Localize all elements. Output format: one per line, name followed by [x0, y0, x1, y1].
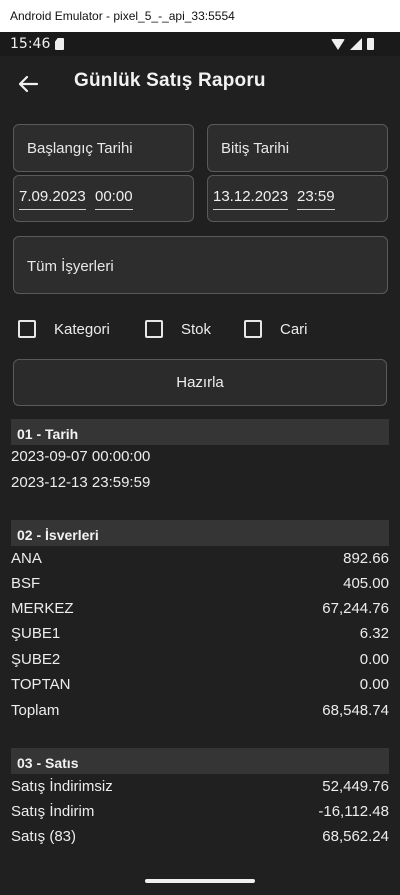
row-value: 405.00	[343, 575, 389, 592]
home-indicator[interactable]	[145, 879, 255, 883]
cellular-signal-icon	[350, 38, 362, 50]
end-date-label-box: Bitiş Tarihi	[207, 124, 388, 172]
row-name: Satış İndirim	[11, 803, 95, 820]
checkbox-stok-box[interactable]	[145, 320, 163, 338]
workplace-select[interactable]: Tüm İşyerleri	[13, 236, 388, 294]
row-name: ŞUBE1	[11, 625, 61, 642]
end-date-input[interactable]: 13.12.2023	[213, 188, 289, 210]
start-date-label: Başlangıç Tarihi	[27, 140, 133, 157]
date-line-start: 2023-09-07 00:00:00	[11, 448, 151, 465]
row-value: 52,449.76	[322, 778, 389, 795]
sim-card-icon	[55, 38, 64, 50]
table-row: MERKEZ 67,244.76	[11, 597, 389, 621]
row-name: BSF	[11, 575, 41, 592]
date-line-end: 2023-12-13 23:59:59	[11, 474, 151, 491]
checkbox-stok[interactable]: Stok	[145, 320, 211, 338]
checkbox-cari-label: Cari	[280, 320, 308, 338]
app-bar: Günlük Satış Raporu	[0, 56, 400, 112]
window-title: Android Emulator - pixel_5_-_api_33:5554	[0, 0, 400, 32]
row-value: 6.32	[359, 625, 389, 642]
row-value: 0.00	[359, 651, 389, 668]
row-value: 68,562.24	[322, 828, 389, 845]
checkbox-kategori[interactable]: Kategori	[18, 320, 110, 338]
start-date-label-box: Başlangıç Tarihi	[13, 124, 194, 172]
row-value: 892.66	[343, 550, 389, 567]
table-row: Satış (83) 68,562.24	[11, 825, 389, 849]
status-icons	[331, 36, 374, 52]
end-datetime-box: 13.12.2023 23:59	[207, 175, 388, 222]
page-title: Günlük Satış Raporu	[74, 70, 266, 91]
row-name: ŞUBE2	[11, 651, 61, 668]
status-bar: 15:46	[0, 32, 400, 56]
table-row: ŞUBE1 6.32	[11, 622, 389, 646]
arrow-back-icon	[18, 75, 39, 93]
table-row: ANA 892.66	[11, 547, 389, 571]
back-button[interactable]	[12, 68, 44, 100]
table-row: Satış İndirimsiz 52,449.76	[11, 775, 389, 799]
end-date-label: Bitiş Tarihi	[221, 140, 290, 157]
date-line: 2023-09-07 00:00:00	[11, 445, 389, 469]
checkbox-stok-label: Stok	[181, 320, 212, 338]
start-datetime-box: 7.09.2023 00:00	[13, 175, 194, 222]
table-row: Satış İndirim -16,112.48	[11, 800, 389, 824]
row-name: MERKEZ	[11, 600, 74, 617]
checkbox-cari-box[interactable]	[244, 320, 262, 338]
table-row-total: Toplam 68,548.74	[11, 699, 389, 723]
row-name: Satış (83)	[11, 828, 77, 845]
checkbox-cari[interactable]: Cari	[244, 320, 308, 338]
start-date-input[interactable]: 7.09.2023	[19, 188, 86, 210]
row-value: 68,548.74	[322, 702, 389, 719]
checkbox-kategori-box[interactable]	[18, 320, 36, 338]
row-value: -16,112.48	[318, 803, 389, 820]
section-date-header: 01 - Tarih	[11, 419, 389, 445]
row-name: Satış İndirimsiz	[11, 778, 113, 795]
table-row: TOPTAN 0.00	[11, 673, 389, 697]
row-name: TOPTAN	[11, 676, 71, 693]
row-value: 0.00	[359, 676, 389, 693]
checkbox-kategori-label: Kategori	[54, 320, 110, 338]
start-time-input[interactable]: 00:00	[95, 188, 133, 210]
status-time: 15:46	[10, 36, 51, 52]
end-time-input[interactable]: 23:59	[297, 188, 335, 210]
section-sales-header: 03 - Satıs	[11, 748, 389, 774]
row-name: Toplam	[11, 702, 60, 719]
row-name: ANA	[11, 550, 42, 567]
table-row: BSF 405.00	[11, 572, 389, 596]
table-row: ŞUBE2 0.00	[11, 648, 389, 672]
device-screen: 15:46 Günlük Satış Raporu Başlangıç Tari…	[0, 32, 400, 895]
prepare-button[interactable]: Hazırla	[13, 359, 387, 406]
wifi-icon	[331, 38, 345, 50]
row-value: 67,244.76	[322, 600, 389, 617]
date-line: 2023-12-13 23:59:59	[11, 471, 389, 495]
section-workplaces-header: 02 - İsverleri	[11, 520, 389, 546]
battery-icon	[367, 38, 374, 50]
workplace-select-label: Tüm İşyerleri	[27, 258, 114, 275]
